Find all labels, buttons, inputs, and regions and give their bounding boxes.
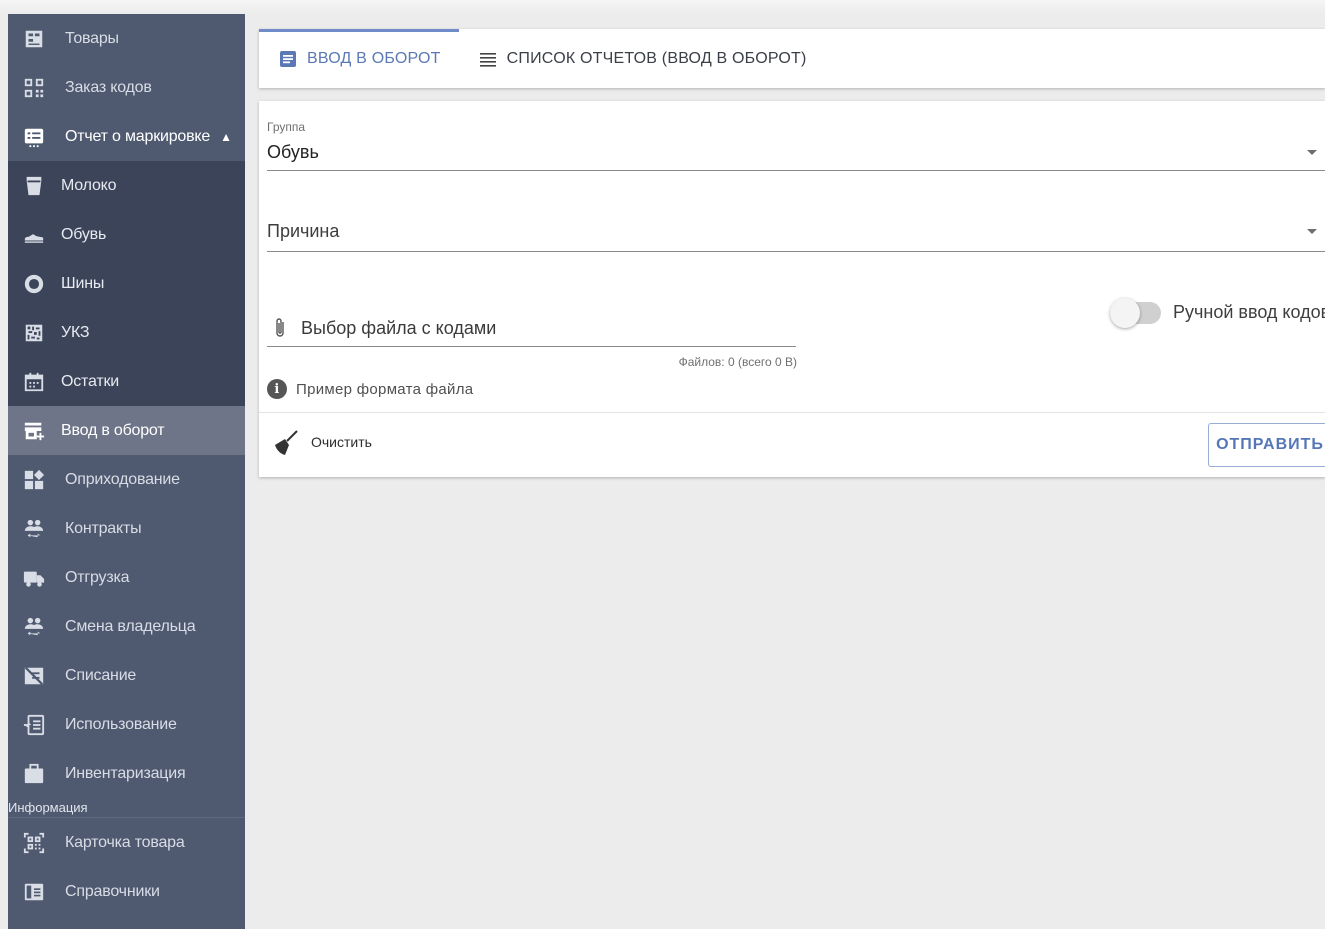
file-placeholder: Выбор файла с кодами [301,317,497,338]
chevron-up-icon: ▲ [220,129,232,144]
store-add-icon [22,419,46,443]
sidebar-item-inventory[interactable]: Инвентаризация [8,749,245,798]
sidebar-item-label: Смена владельца [65,617,196,635]
sidebar-item-label: УКЗ [61,323,90,341]
top-shade [0,0,1325,14]
section-label-info: Информация [8,798,245,818]
sidebar-item-label: Карточка товара [65,833,185,851]
milk-icon [22,174,46,198]
group-value: Обувь [267,142,319,162]
clear-label: Очистить [311,434,372,450]
manual-input-toggle[interactable] [1110,296,1161,328]
group-label: Группа [267,120,306,134]
sidebar-item-receipt[interactable]: Оприходование [8,455,245,504]
datamatrix-icon [22,321,46,345]
caret-down-icon [1307,229,1317,234]
sidebar-item-label: Молоко [61,176,117,194]
write-off-icon [22,664,46,688]
sidebar-item-product-card[interactable]: Карточка товара [8,818,245,867]
list-icon [479,50,497,68]
sidebar-item-code-order[interactable]: Заказ кодов [8,63,245,112]
clear-button[interactable]: Очистить [273,427,372,457]
sidebar-item-label: Контракты [65,519,142,537]
broom-icon [273,427,299,457]
example-format-label: Пример формата файла [296,380,474,398]
qr-scan-icon [22,831,46,855]
sidebar-item-contracts[interactable]: Контракты [8,504,245,553]
group-select[interactable]: Группа Обувь [267,118,1325,171]
book-icon [22,880,46,904]
shoe-icon [22,223,46,247]
people-swap-icon [22,615,46,639]
reason-select[interactable]: Причина [267,213,1325,252]
tire-icon [22,272,46,296]
tab-introduction[interactable]: ВВОД В ОБОРОТ [259,29,459,88]
sidebar-item-products[interactable]: Товары [8,14,245,63]
sidebar-item-marking-report[interactable]: Отчет о маркировке ▲ [8,112,245,161]
file-count: Файлов: 0 (всего 0 B) [678,355,797,369]
sidebar-item-shoes[interactable]: Обувь [8,210,245,259]
reason-placeholder: Причина [267,221,340,241]
paperclip-icon [273,316,287,340]
sidebar-item-label: Обувь [61,225,107,243]
manual-input-label: Ручной ввод кодов [1173,302,1325,322]
sidebar-item-label: Оприходование [65,470,180,488]
people-swap-icon [22,517,46,541]
send-button[interactable]: ОТПРАВИТЬ [1208,423,1325,467]
sidebar-item-label: Отчет о маркировке [65,127,211,145]
sidebar-item-label: Отгрузка [65,568,130,586]
info-icon: i [267,379,287,399]
products-icon [22,27,46,51]
tab-label: СПИСОК ОТЧЕТОВ (ВВОД В ОБОРОТ) [506,49,807,67]
tab-bar: ВВОД В ОБОРОТ СПИСОК ОТЧЕТОВ (ВВОД В ОБО… [259,29,1325,88]
sidebar-item-label: Ввод в оборот [61,421,165,439]
sidebar-item-label: Использование [65,715,177,733]
sidebar-item-label: Справочники [65,882,160,900]
form-card: Группа Обувь Причина Выбор файла с кодам… [259,101,1325,477]
sidebar-item-label: Остатки [61,372,120,390]
toggle-thumb [1110,298,1140,328]
sidebar-item-milk[interactable]: Молоко [8,161,245,210]
sidebar-item-tires[interactable]: Шины [8,259,245,308]
sidebar-item-label: Инвентаризация [65,764,186,782]
divider [259,412,1325,413]
caret-down-icon [1307,150,1317,155]
qr-order-icon [22,76,46,100]
report-icon [22,125,46,149]
tab-reports-list[interactable]: СПИСОК ОТЧЕТОВ (ВВОД В ОБОРОТ) [459,29,825,88]
calendar-icon [22,370,46,394]
input-icon [22,713,46,737]
tab-label: ВВОД В ОБОРОТ [307,49,441,67]
truck-icon [22,566,46,590]
sidebar-item-owner-change[interactable]: Смена владельца [8,602,245,651]
document-icon [279,50,297,68]
sidebar: Товары Заказ кодов Отчет о маркировке ▲ … [8,14,245,929]
sidebar-item-ukz[interactable]: УКЗ [8,308,245,357]
sidebar-item-label: Шины [61,274,105,292]
sidebar-item-directories[interactable]: Справочники [8,867,245,916]
file-input[interactable]: Выбор файла с кодами [267,310,796,347]
dashboard-icon [22,468,46,492]
example-format-link[interactable]: i Пример формата файла [267,379,473,399]
sidebar-item-label: Заказ кодов [65,78,152,96]
sidebar-item-introduction[interactable]: Ввод в оборот [8,406,245,455]
sidebar-item-shipment[interactable]: Отгрузка [8,553,245,602]
sidebar-item-usage[interactable]: Использование [8,700,245,749]
sidebar-item-label: Списание [65,666,137,684]
sidebar-item-stock[interactable]: Остатки [8,357,245,406]
briefcase-icon [22,762,46,786]
sidebar-item-label: Товары [65,29,119,47]
sidebar-item-write-off[interactable]: Списание [8,651,245,700]
